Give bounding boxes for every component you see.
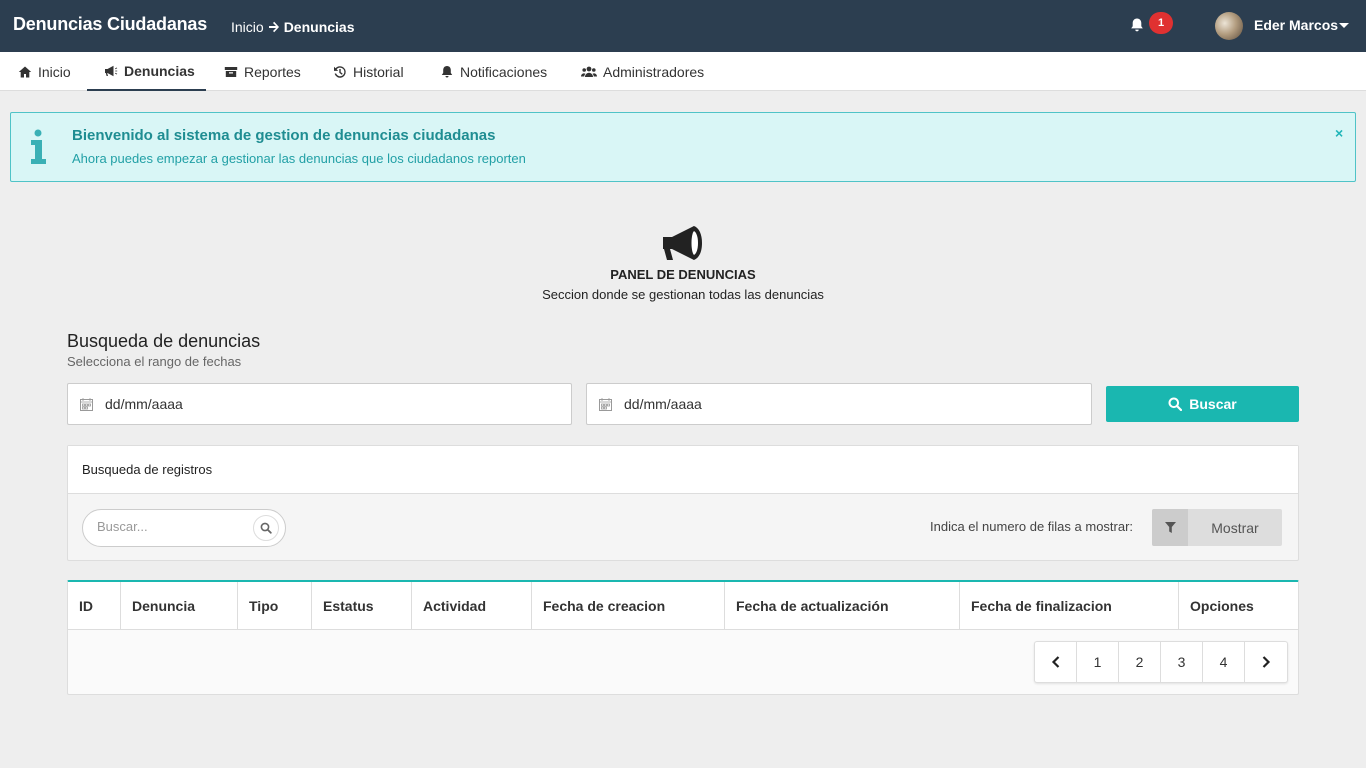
column-header-tipo[interactable]: Tipo	[238, 582, 312, 629]
users-icon	[581, 66, 597, 77]
pagination: 1 2 3 4	[1034, 641, 1288, 683]
bullhorn-icon	[663, 226, 702, 260]
search-button-label: Buscar	[1189, 396, 1237, 412]
breadcrumb: Inicio Denuncias	[231, 19, 355, 35]
nav-item-historial[interactable]: Historial	[333, 52, 404, 91]
alert-title: Bienvenido al sistema de gestion de denu…	[72, 127, 496, 144]
column-header-denuncia[interactable]: Denuncia	[121, 582, 238, 629]
search-section-title: Busqueda de denuncias	[67, 331, 261, 351]
nav-label: Denuncias	[124, 62, 195, 79]
notification-badge[interactable]: 1	[1149, 12, 1173, 34]
archive-icon	[224, 66, 238, 77]
nav-item-reportes[interactable]: Reportes	[224, 52, 301, 91]
rows-label: Indica el numero de filas a mostrar:	[930, 519, 1134, 534]
column-header-actividad[interactable]: Actividad	[412, 582, 532, 629]
column-header-estatus[interactable]: Estatus	[312, 582, 412, 629]
close-icon[interactable]: ×	[1335, 125, 1343, 141]
chevron-down-icon[interactable]	[1339, 23, 1349, 28]
nav-label: Historial	[353, 63, 404, 80]
pagination-page-2[interactable]: 2	[1119, 642, 1161, 682]
arrow-right-icon	[268, 21, 279, 33]
main-nav: Inicio Denuncias Reportes Historial Noti…	[0, 52, 1366, 91]
pagination-page-1[interactable]: 1	[1077, 642, 1119, 682]
notifications-bell-icon[interactable]	[1129, 17, 1145, 33]
panel-title: PANEL DE DENUNCIAS	[610, 267, 756, 282]
search-icon	[1168, 397, 1183, 411]
column-header-fecha-finalizacion[interactable]: Fecha de finalizacion	[960, 582, 1179, 629]
calendar-icon	[80, 397, 93, 411]
date-to-input[interactable]: dd/mm/aaaa	[586, 383, 1092, 425]
column-header-fecha-actualizacion[interactable]: Fecha de actualización	[725, 582, 960, 629]
nav-label: Notificaciones	[460, 63, 548, 80]
bell-icon	[441, 65, 453, 77]
date-from-value: dd/mm/aaaa	[105, 396, 183, 412]
records-card-header: Busqueda de registros	[68, 446, 1298, 494]
filter-icon	[1152, 509, 1188, 546]
pagination-prev[interactable]	[1035, 642, 1077, 682]
breadcrumb-home[interactable]: Inicio	[231, 19, 264, 35]
records-search-card: Busqueda de registros Indica el numero d…	[67, 445, 1299, 561]
top-bar: Denuncias Ciudadanas Inicio Denuncias 1 …	[0, 0, 1366, 52]
alert-message: Ahora puedes empezar a gestionar las den…	[72, 151, 526, 166]
column-header-opciones[interactable]: Opciones	[1179, 582, 1298, 629]
info-icon	[31, 129, 46, 164]
records-card-title: Busqueda de registros	[82, 462, 213, 477]
column-header-id[interactable]: ID	[68, 582, 121, 629]
column-header-fecha-creacion[interactable]: Fecha de creacion	[532, 582, 725, 629]
show-rows-label: Mostrar	[1211, 519, 1259, 536]
pagination-page-4[interactable]: 4	[1203, 642, 1245, 682]
nav-item-inicio[interactable]: Inicio	[18, 52, 71, 91]
nav-item-denuncias[interactable]: Denuncias	[87, 52, 206, 91]
panel-subtitle: Seccion donde se gestionan todas las den…	[542, 287, 824, 302]
chevron-left-icon	[1051, 656, 1059, 668]
table-header: ID Denuncia Tipo Estatus Actividad Fecha…	[68, 582, 1298, 630]
nav-label: Administradores	[603, 63, 705, 80]
nav-label: Reportes	[244, 63, 301, 80]
nav-item-notificaciones[interactable]: Notificaciones	[440, 52, 547, 91]
breadcrumb-current: Denuncias	[283, 19, 355, 35]
app-title[interactable]: Denuncias Ciudadanas	[13, 14, 207, 35]
denuncias-table: ID Denuncia Tipo Estatus Actividad Fecha…	[67, 580, 1299, 695]
date-from-input[interactable]: dd/mm/aaaa	[67, 383, 572, 425]
records-search-box[interactable]	[82, 509, 286, 547]
avatar[interactable]	[1215, 12, 1243, 40]
search-button[interactable]: Buscar	[1106, 386, 1299, 422]
welcome-alert: Bienvenido al sistema de gestion de denu…	[10, 112, 1356, 182]
pagination-page-3[interactable]: 3	[1161, 642, 1203, 682]
history-icon	[334, 65, 346, 78]
home-icon	[18, 66, 32, 77]
records-search-input[interactable]	[97, 519, 247, 534]
nav-label: Inicio	[38, 63, 71, 80]
search-section-subtitle: Selecciona el rango de fechas	[67, 354, 242, 369]
nav-item-administradores[interactable]: Administradores	[581, 52, 704, 91]
date-to-value: dd/mm/aaaa	[624, 396, 702, 412]
user-menu[interactable]: Eder Marcos	[1254, 17, 1338, 33]
bullhorn-icon	[105, 65, 118, 76]
show-rows-button[interactable]: Mostrar	[1152, 509, 1282, 546]
calendar-icon	[599, 397, 612, 411]
search-icon	[260, 522, 272, 534]
pagination-next[interactable]	[1245, 642, 1287, 682]
records-search-button[interactable]	[253, 515, 279, 541]
chevron-right-icon	[1262, 656, 1271, 668]
